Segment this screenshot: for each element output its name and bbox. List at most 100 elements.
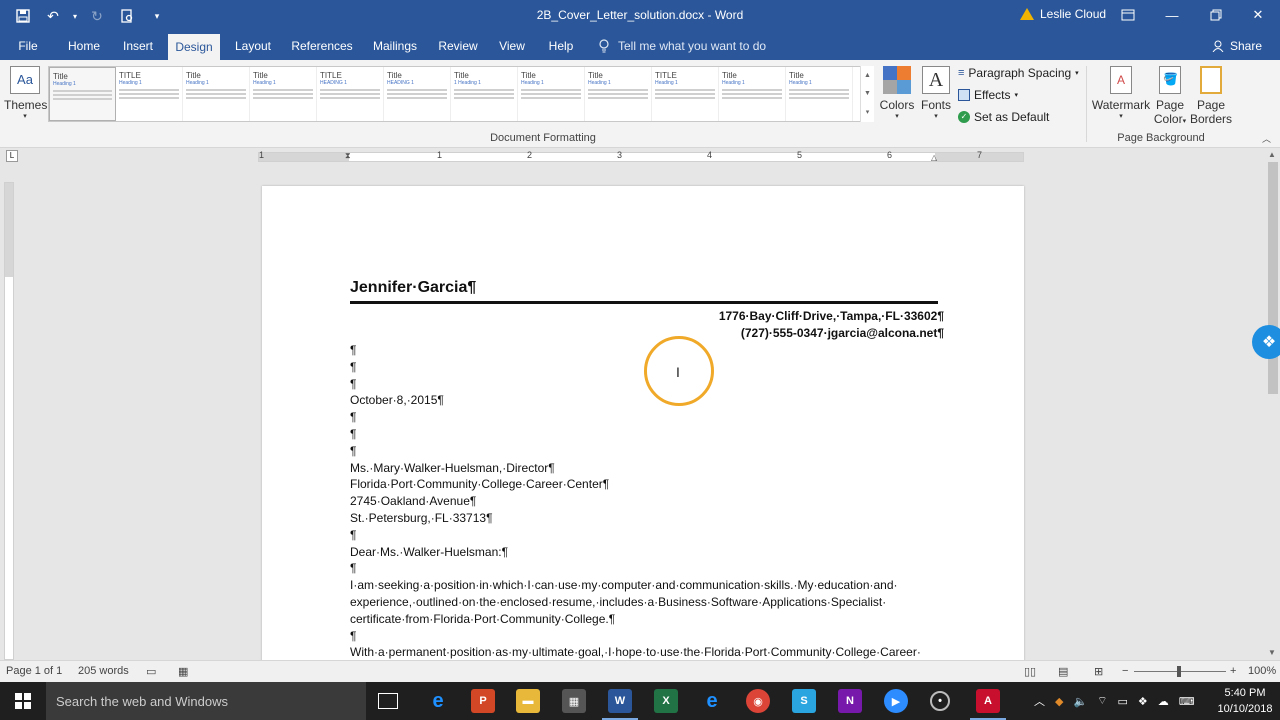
style-set-thumb[interactable]: Title 1 Heading 1 — [451, 67, 518, 121]
gallery-more-icon[interactable]: ▾ — [866, 108, 870, 116]
letter-line[interactable]: ¶ — [350, 409, 946, 426]
taskbar-clock[interactable]: 5:40 PM 10/10/2018 — [1214, 685, 1276, 717]
gallery-scroll[interactable]: ▲ ▼ ▾ — [860, 66, 874, 122]
save-icon[interactable] — [10, 3, 36, 29]
document-page[interactable]: Jennifer·Garcia¶ 1776·Bay·Cliff·Drive,·T… — [262, 186, 1024, 666]
edge-icon[interactable]: e — [426, 689, 450, 713]
scroll-up-icon[interactable]: ▲ — [1268, 150, 1276, 159]
tray-chevron-icon[interactable]: ︿ — [1034, 693, 1045, 709]
tab-help[interactable]: Help — [540, 32, 582, 60]
onenote-icon[interactable]: N — [838, 689, 862, 713]
zoom-in-icon[interactable]: + — [1230, 665, 1236, 677]
tab-references[interactable]: References — [286, 32, 358, 60]
style-set-thumb[interactable]: TITLE HEADING 1 — [317, 67, 384, 121]
letter-line[interactable]: St.·Petersburg,·FL·33713¶ — [350, 510, 946, 527]
taskbar-search-box[interactable]: Search the web and Windows — [46, 682, 366, 720]
gallery-down-icon[interactable]: ▼ — [864, 90, 871, 97]
chrome-icon[interactable]: ◉ — [746, 689, 770, 713]
minimize-icon[interactable]: — — [1150, 0, 1194, 30]
right-indent-marker-icon[interactable]: △ — [931, 153, 937, 162]
letter-line[interactable]: ¶ — [350, 443, 946, 460]
ribbon-display-options-icon[interactable] — [1106, 0, 1150, 30]
network-icon[interactable]: ⌔ — [1097, 694, 1107, 708]
store-icon[interactable]: ▦ — [562, 689, 586, 713]
snagit-icon[interactable]: S — [792, 689, 816, 713]
onedrive-icon[interactable]: ☁ — [1158, 695, 1169, 708]
web-layout-icon[interactable]: ⊞ — [1094, 665, 1103, 678]
media-player-icon[interactable]: • — [930, 691, 950, 711]
tab-layout[interactable]: Layout — [228, 32, 278, 60]
internet-explorer-icon[interactable]: e — [700, 689, 724, 713]
redo-icon[interactable]: ↻ — [84, 3, 110, 29]
read-mode-icon[interactable]: ▯▯ — [1024, 665, 1036, 678]
proofing-icon[interactable]: ▭ — [146, 665, 156, 678]
word-count[interactable]: 205 words — [78, 665, 129, 677]
watermark-button[interactable]: A Watermark ▾ — [1090, 66, 1152, 120]
battery-icon[interactable]: ▭ — [1118, 695, 1128, 708]
letter-line[interactable]: Ms.·Mary·Walker-Huelsman,·Director¶ — [350, 460, 946, 477]
colors-button[interactable]: Colors ▾ — [876, 66, 918, 120]
vertical-ruler[interactable] — [4, 182, 14, 660]
start-button[interactable] — [0, 682, 46, 720]
letter-line[interactable]: ¶ — [350, 426, 946, 443]
dropbox-tray-icon[interactable]: ❖ — [1138, 695, 1148, 708]
word-icon[interactable]: W — [602, 689, 638, 720]
tab-review[interactable]: Review — [432, 32, 484, 60]
letter-line[interactable]: October·8,·2015¶ — [350, 392, 946, 409]
paragraph-spacing-button[interactable]: ≡ Paragraph Spacing ▾ — [958, 66, 1079, 80]
scrollbar-thumb[interactable] — [1268, 162, 1278, 394]
tab-insert[interactable]: Insert — [116, 32, 160, 60]
style-set-thumb[interactable]: Title Heading 1 — [719, 67, 786, 121]
macro-icon[interactable]: ▦ — [178, 665, 188, 678]
set-as-default-button[interactable]: ✓ Set as Default — [958, 110, 1049, 124]
excel-icon[interactable]: X — [654, 689, 678, 713]
zoom-level[interactable]: 100% — [1248, 665, 1276, 677]
document-body[interactable]: Jennifer·Garcia¶ 1776·Bay·Cliff·Drive,·T… — [350, 276, 946, 661]
style-set-thumb[interactable]: Title Heading 1 — [183, 67, 250, 121]
style-set-thumb[interactable]: TITLE Heading 1 — [116, 67, 183, 121]
page-color-button[interactable]: 🪣 Page Color▾ — [1150, 66, 1190, 126]
page-borders-button[interactable]: Page Borders — [1190, 66, 1232, 126]
body-paragraph-1[interactable]: I·am·seeking·a·position·in·which·I·can·u… — [350, 577, 916, 627]
collapse-ribbon-icon[interactable]: ︿ — [1262, 132, 1271, 145]
body-paragraph-2[interactable]: With·a·permanent·position·as·my·ultimate… — [350, 644, 946, 661]
share-button[interactable]: Share — [1212, 32, 1262, 60]
file-explorer-icon[interactable]: ▬ — [516, 689, 540, 713]
dropbox-icon[interactable]: ❖ — [1252, 325, 1280, 359]
style-set-thumb[interactable]: Title Heading 1 — [250, 67, 317, 121]
zoom-out-icon[interactable]: − — [1122, 665, 1128, 677]
volume-icon[interactable]: 🔈 — [1073, 695, 1087, 708]
keyboard-icon[interactable]: ⌨ — [1179, 695, 1195, 708]
fonts-button[interactable]: A Fonts ▾ — [918, 66, 954, 120]
letterhead-name[interactable]: Jennifer·Garcia¶ — [350, 276, 946, 300]
user-account[interactable]: Leslie Cloud — [1020, 7, 1106, 21]
restore-icon[interactable] — [1194, 0, 1238, 30]
zoom-meetings-icon[interactable]: ▶ — [884, 689, 908, 713]
gallery-up-icon[interactable]: ▲ — [864, 72, 871, 79]
undo-icon[interactable]: ↶ — [40, 3, 66, 29]
style-set-thumb[interactable]: TITLE Heading 1 — [652, 67, 719, 121]
close-icon[interactable]: ✕ — [1236, 0, 1280, 30]
letter-line[interactable]: ¶ — [350, 527, 946, 544]
letterhead-address[interactable]: 1776·Bay·Cliff·Drive,·Tampa,·FL·33602¶ — [350, 308, 944, 325]
task-view-icon[interactable] — [378, 693, 398, 709]
style-set-thumb[interactable]: Title Heading 1 — [49, 67, 116, 121]
letter-line[interactable]: Dear·Ms.·Walker-Huelsman:¶ — [350, 544, 946, 561]
tab-mailings[interactable]: Mailings — [366, 32, 424, 60]
tell-me-box[interactable]: Tell me what you want to do — [598, 32, 766, 60]
acrobat-icon[interactable]: A — [970, 689, 1006, 720]
letter-line[interactable]: Florida·Port·Community·College·Career·Ce… — [350, 476, 946, 493]
style-set-thumb[interactable]: Title Heading 1 — [585, 67, 652, 121]
horizontal-ruler[interactable]: 1 1 2 3 4 5 6 7 ⧗ △ — [258, 150, 1024, 162]
tray-app-icon[interactable]: ◆ — [1055, 695, 1063, 708]
style-set-thumb[interactable]: Title Heading 1 — [786, 67, 853, 121]
letter-line[interactable]: 2745·Oakland·Avenue¶ — [350, 493, 946, 510]
letter-line[interactable]: ¶ — [350, 560, 946, 577]
customize-qat-icon[interactable]: ▾ — [144, 3, 170, 29]
effects-button[interactable]: Effects ▾ — [958, 88, 1018, 102]
themes-button[interactable]: Aa Themes ▾ — [4, 66, 47, 120]
undo-dropdown-icon[interactable]: ▾ — [70, 3, 80, 29]
tab-file[interactable]: File — [8, 32, 48, 60]
scroll-down-icon[interactable]: ▼ — [1268, 648, 1276, 657]
tab-view[interactable]: View — [492, 32, 532, 60]
